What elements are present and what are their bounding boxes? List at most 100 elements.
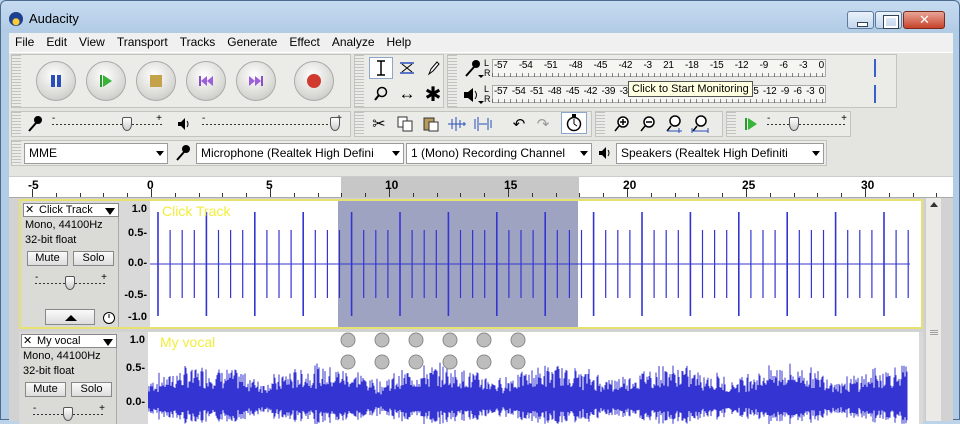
fit-selection-button[interactable] (662, 113, 686, 135)
track-gain-slider[interactable]: - + (33, 403, 105, 424)
zoom-tool[interactable] (369, 83, 393, 105)
menu-edit[interactable]: Edit (40, 33, 73, 52)
track-gain-thumb[interactable] (63, 407, 73, 421)
multi-tool[interactable]: ✱ (421, 83, 445, 106)
skip-to-start-button[interactable] (186, 61, 226, 101)
track-label: My vocal (160, 334, 216, 350)
device-toolbar: MME Microphone (Realtek High Defini 1 (M… (11, 140, 827, 166)
zoom-in-button[interactable] (610, 113, 634, 135)
output-volume-thumb[interactable] (330, 117, 340, 131)
maximize-button[interactable] (875, 11, 902, 29)
envelope-tool[interactable] (395, 57, 419, 79)
playback-device-select[interactable]: Speakers (Realtek High Definiti (616, 143, 824, 164)
scale-label: 1.0 (131, 203, 147, 215)
stop-button[interactable] (136, 61, 176, 101)
ruler-tick (317, 193, 319, 197)
scroll-up-icon[interactable] (930, 202, 938, 207)
track-gain-thumb[interactable] (65, 276, 75, 290)
mixer-toolbar: - + - + (11, 111, 351, 137)
ruler-tick (722, 193, 724, 197)
audacity-logo-icon (9, 12, 23, 26)
chevron-down-icon (580, 151, 588, 156)
menu-help[interactable]: Help (381, 33, 418, 52)
chevron-down-icon (812, 151, 820, 156)
slider-min-label: - (33, 403, 37, 414)
undo-button[interactable]: ↶ (507, 113, 531, 135)
menu-transport[interactable]: Transport (111, 33, 174, 52)
close-track-icon[interactable]: ✕ (23, 334, 32, 347)
collapse-track-button[interactable] (45, 309, 95, 325)
mute-button[interactable]: Mute (25, 382, 66, 397)
mute-button[interactable]: Mute (27, 251, 68, 266)
timeshift-tool[interactable]: ↔ (395, 83, 419, 105)
play-button[interactable] (86, 61, 126, 101)
copy-icon (397, 116, 413, 132)
draw-tool[interactable] (421, 57, 445, 79)
ruler-tick (531, 193, 533, 197)
waveform-display[interactable]: My vocal (148, 332, 919, 424)
track-name-button[interactable]: ✕ Click Track (23, 203, 119, 217)
record-meter-label: 0 (818, 60, 825, 71)
menu-file[interactable]: File (9, 33, 40, 52)
close-track-icon[interactable]: ✕ (25, 203, 34, 216)
track-gain-slider[interactable]: - + (35, 272, 107, 293)
track-panel-area: ✕ Click Track Mono, 44100Hz 32-bit float… (9, 198, 953, 424)
record-button[interactable] (294, 61, 334, 101)
copy-button[interactable] (393, 113, 417, 135)
vertical-scrollbar[interactable] (925, 198, 941, 421)
minimize-button[interactable] (847, 11, 874, 29)
pause-button[interactable] (36, 61, 76, 101)
menu-tracks[interactable]: Tracks (174, 33, 222, 52)
scale-label: 0.5- (126, 362, 145, 374)
sync-lock-button[interactable] (561, 112, 587, 134)
waveform-display[interactable]: Click Track (150, 201, 921, 327)
paste-icon (423, 117, 439, 132)
cut-button[interactable]: ✂ (367, 113, 391, 135)
input-volume-slider[interactable]: - + (52, 113, 162, 134)
redo-button[interactable]: ↷ (531, 113, 555, 135)
playback-speed-thumb[interactable] (789, 117, 799, 131)
output-volume-slider[interactable]: - + (202, 113, 342, 134)
fit-project-button[interactable] (688, 113, 712, 135)
vertical-scale[interactable]: 1.0 0.5- 0.0- (117, 332, 147, 422)
vertical-scale[interactable]: 1.0 0.5- 0.0- -0.5- -1.0 (119, 201, 149, 325)
recording-device-select[interactable]: Microphone (Realtek High Defini (196, 143, 404, 164)
record-meter-label: -48 (568, 60, 583, 71)
silence-audio-icon (474, 117, 492, 131)
scale-label: -1.0 (128, 311, 147, 323)
skip-to-end-button[interactable] (236, 61, 276, 101)
title-bar[interactable]: Audacity (1, 1, 959, 33)
ruler-tick (293, 193, 295, 197)
close-button[interactable] (903, 11, 945, 29)
play-meter-label: -12 (762, 86, 777, 97)
menu-effect[interactable]: Effect (283, 33, 325, 52)
track-control-panel: ✕ Click Track Mono, 44100Hz 32-bit float… (23, 203, 119, 327)
ruler-tick (246, 193, 248, 197)
ruler-tick (793, 193, 795, 197)
zoom-out-button[interactable] (636, 113, 660, 135)
track-name-button[interactable]: ✕ My vocal (21, 334, 117, 348)
solo-button[interactable]: Solo (73, 251, 114, 266)
audio-host-select[interactable]: MME (24, 143, 168, 164)
sync-lock-overlay-icon (510, 332, 526, 348)
menu-analyze[interactable]: Analyze (326, 33, 381, 52)
solo-button[interactable]: Solo (71, 382, 112, 397)
play-at-speed-button[interactable] (739, 113, 763, 135)
scroll-grip-icon[interactable] (930, 330, 938, 336)
timeline-ruler[interactable]: -5 0 5 10 15 20 25 30 (9, 176, 953, 198)
menu-view[interactable]: View (73, 33, 111, 52)
record-meter-label: -6 (779, 60, 788, 71)
recording-channels-select[interactable]: 1 (Mono) Recording Channel (406, 143, 592, 164)
silence-button[interactable] (471, 113, 495, 135)
trim-button[interactable] (445, 113, 469, 135)
input-volume-thumb[interactable] (122, 117, 132, 131)
playback-speed-slider[interactable]: - + (767, 113, 847, 134)
selection-tool[interactable] (369, 57, 393, 79)
paste-button[interactable] (419, 113, 443, 135)
ruler-tick (769, 193, 771, 197)
record-meter[interactable]: -57 -54 -51 -48 -45 -42 -3 21 -18 -15 -12 -9 -6 -3 0 (448, 57, 826, 79)
ruler-tick (127, 193, 129, 197)
edit-toolbar: ✂ ↶ ↷ (354, 111, 592, 137)
ruler-tick (222, 193, 224, 197)
menu-generate[interactable]: Generate (221, 33, 283, 52)
